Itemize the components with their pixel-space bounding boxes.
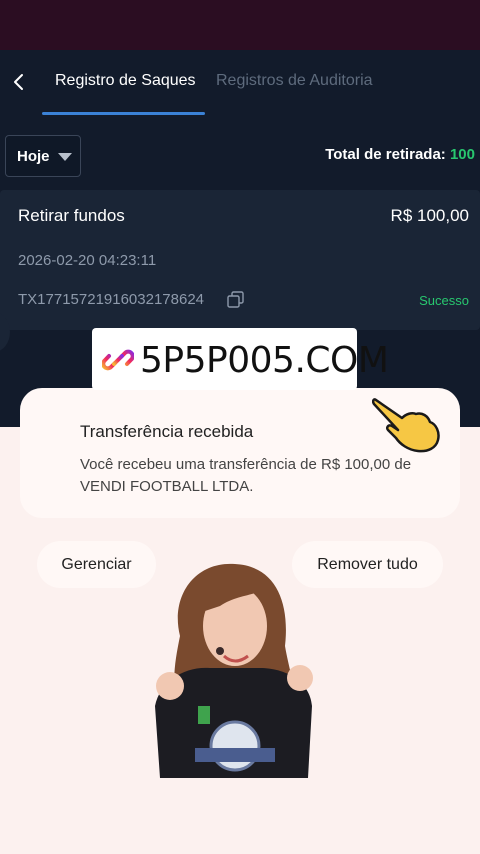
withdrawal-record: Retirar fundos R$ 100,00 2026-02-20 04:2… (0, 190, 480, 330)
status-badge: Sucesso (419, 293, 469, 308)
watermark-text: 5P5P005.COM (140, 340, 389, 381)
copy-icon[interactable] (227, 291, 245, 309)
caret-down-icon (58, 153, 72, 161)
person-image (155, 563, 313, 778)
tab-registro-de-saques[interactable]: Registro de Saques (55, 72, 196, 90)
notification-title: Transferência recebida (80, 422, 254, 441)
total-value: 100 (449, 146, 475, 163)
chevron-left-icon[interactable] (10, 70, 30, 94)
status-bar (0, 0, 480, 50)
date-filter-dropdown[interactable]: Hoje (5, 135, 81, 177)
notification-body: Você recebeu uma transferência de R$ 100… (80, 456, 412, 495)
tab-bar: Registro de Saques Registros de Auditori… (0, 50, 480, 116)
date-filter-value: Hoje (17, 148, 50, 165)
active-tab-indicator (42, 112, 205, 115)
total-withdrawal: Total de retirada: 100 (325, 146, 475, 163)
total-label: Total de retirada: (325, 146, 446, 163)
pointing-hand-icon (372, 398, 440, 453)
manage-button[interactable]: Gerenciar (37, 541, 156, 588)
watermark-banner: 5P5P005.COM (92, 328, 389, 390)
tab-registros-de-auditoria[interactable]: Registros de Auditoria (216, 72, 373, 90)
link-icon (102, 349, 134, 371)
record-title: Retirar fundos (18, 206, 125, 225)
record-amount: R$ 100,00 (390, 206, 469, 225)
record-transaction-id: TX17715721916032178624 (18, 291, 205, 308)
record-datetime: 2026-02-20 04:23:11 (18, 252, 157, 269)
